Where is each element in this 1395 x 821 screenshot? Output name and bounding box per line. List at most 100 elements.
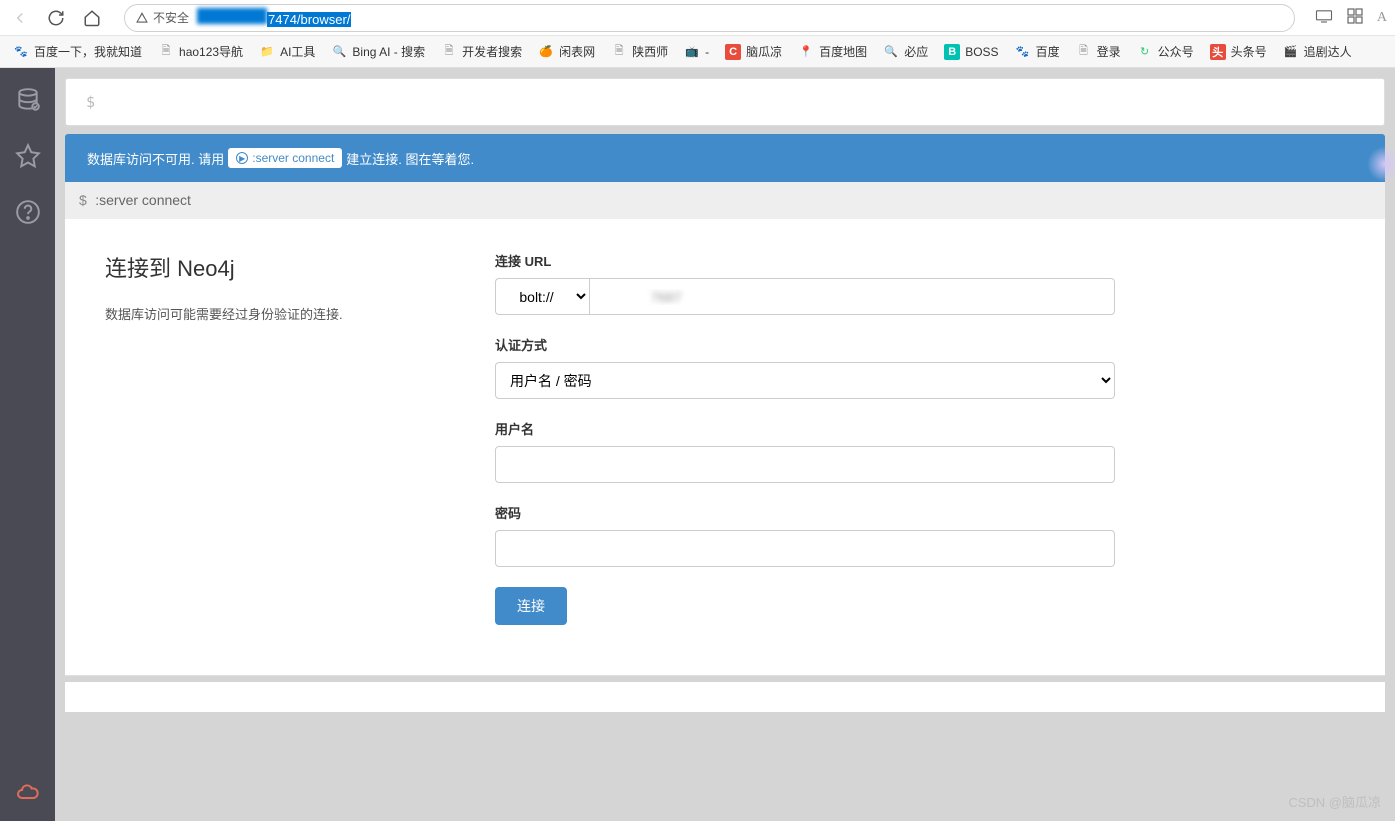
app-container: $ 数据库访问不可用. 请用 ▶ :server connect 建立连接. 图… (0, 68, 1395, 821)
bookmark-item[interactable]: 🎬 追剧达人 (1276, 39, 1359, 64)
username-label: 用户名 (495, 419, 1115, 438)
command-input-bar[interactable]: $ (65, 78, 1385, 126)
url-host-blurred (197, 8, 267, 24)
bookmark-icon: 📺 (684, 44, 700, 60)
bookmark-icon: 🔍 (883, 44, 899, 60)
sidebar-bottom (14, 781, 42, 809)
bookmark-item[interactable]: 📺- (677, 40, 716, 64)
bookmark-item[interactable]: 头头条号 (1203, 39, 1274, 64)
sidebar (0, 68, 55, 821)
bookmark-item[interactable]: 🔍必应 (876, 39, 935, 64)
auth-type-label: 认证方式 (495, 335, 1115, 354)
bookmarks-bar: 🐾 百度一下，我就知道 🗎hao123导航 📁 AI工具 🔍 Bing AI - 搜索 🗎开发… (0, 36, 1395, 68)
bookmark-icon: 🗎 (611, 44, 627, 60)
bookmark-item[interactable]: C 脑瓜凉 (718, 39, 789, 64)
bookmark-item[interactable]: 🗎hao123导航 (151, 39, 250, 64)
address-bar[interactable]: 不安全 7474/browser/ (124, 4, 1295, 32)
bookmark-item[interactable]: 🍊 闲表网 (531, 39, 602, 64)
bookmark-icon: ↻ (1137, 44, 1153, 60)
extensions-icon[interactable] (1347, 8, 1363, 27)
bookmark-item[interactable]: 🐾 百度一下，我就知道 (6, 39, 149, 64)
bookmark-icon: 🗎 (1076, 44, 1092, 60)
url-path: 7474/browser/ (267, 12, 351, 27)
auth-type-select[interactable]: 用户名 / 密码 (495, 362, 1115, 399)
bookmark-label: 闲表网 (559, 43, 595, 60)
home-button[interactable] (80, 6, 104, 30)
bookmark-label: - (705, 45, 709, 59)
main-content: $ 数据库访问不可用. 请用 ▶ :server connect 建立连接. 图… (55, 68, 1395, 821)
security-label: 不安全 (153, 9, 189, 26)
connect-form-panel: 连接到 Neo4j 数据库访问可能需要经过身份验证的连接. 连接 URL bol… (65, 219, 1385, 676)
bookmark-item[interactable]: 🗎开发者搜索 (434, 39, 529, 64)
bookmark-icon: 🐾 (1015, 44, 1031, 60)
bookmark-label: 公众号 (1158, 43, 1194, 60)
bookmark-icon: 🗎 (441, 44, 457, 60)
banner-text-before: 数据库访问不可用. 请用 (87, 149, 224, 168)
bookmark-label: 陕西师 (632, 43, 668, 60)
bookmark-icon: 📁 (259, 44, 275, 60)
bookmark-label: 百度一下，我就知道 (34, 43, 142, 60)
security-indicator: 不安全 (135, 9, 189, 26)
bookmark-icon: 🗎 (158, 44, 174, 60)
form-right: 连接 URL bolt:// 认证方式 用户名 / 密码 用户名 (495, 251, 1115, 625)
database-icon[interactable] (14, 86, 42, 114)
bookmark-label: AI工具 (280, 43, 315, 60)
bookmark-item[interactable]: B BOSS (937, 40, 1005, 64)
bookmark-label: 百度地图 (819, 43, 867, 60)
bookmark-label: BOSS (965, 45, 998, 59)
bookmark-label: Bing AI - 搜索 (352, 43, 425, 60)
connect-button[interactable]: 连接 (495, 587, 567, 625)
help-icon[interactable] (14, 198, 42, 226)
command-header: $ :server connect (65, 182, 1385, 219)
play-icon: ▶ (236, 152, 248, 164)
bookmark-icon: 🍊 (538, 44, 554, 60)
connect-url-label: 连接 URL (495, 251, 1115, 270)
profile-letter[interactable]: A (1377, 10, 1387, 26)
bookmark-label: 追剧达人 (1304, 43, 1352, 60)
bookmark-label: 百度 (1036, 43, 1060, 60)
device-icon[interactable] (1315, 9, 1333, 26)
bookmark-icon: C (725, 44, 741, 60)
banner-code-button[interactable]: ▶ :server connect (228, 148, 342, 168)
host-input[interactable] (589, 278, 1115, 315)
connect-url-group: 连接 URL bolt:// (495, 251, 1115, 315)
form-left: 连接到 Neo4j 数据库访问可能需要经过身份验证的连接. (105, 251, 415, 625)
banner-text-after: 建立连接. 图在等着您. (346, 149, 474, 168)
refresh-button[interactable] (44, 6, 68, 30)
cloud-status-icon[interactable] (16, 784, 40, 807)
bookmark-icon: 🔍 (331, 44, 347, 60)
bookmark-item[interactable]: 🗎 陕西师 (604, 39, 675, 64)
favorites-icon[interactable] (14, 142, 42, 170)
bookmark-label: 脑瓜凉 (746, 43, 782, 60)
bookmark-item[interactable]: 📍 百度地图 (791, 39, 874, 64)
bookmark-item[interactable]: 🔍 Bing AI - 搜索 (324, 39, 432, 64)
prompt-symbol: $ (86, 93, 95, 111)
info-banner: 数据库访问不可用. 请用 ▶ :server connect 建立连接. 图在等… (65, 134, 1385, 182)
url-text: 7474/browser/ (197, 8, 351, 27)
username-group: 用户名 (495, 419, 1115, 483)
bookmark-icon: 📍 (798, 44, 814, 60)
password-input[interactable] (495, 530, 1115, 567)
bookmark-item[interactable]: 📁 AI工具 (252, 39, 322, 64)
auth-type-group: 认证方式 用户名 / 密码 (495, 335, 1115, 399)
cmd-prompt: $ (79, 192, 87, 208)
bookmark-icon: B (944, 44, 960, 60)
watermark: CSDN @脑瓜凉 (1288, 792, 1381, 811)
bookmark-icon: 🐾 (13, 44, 29, 60)
bookmark-icon: 头 (1210, 44, 1226, 60)
bookmark-label: 登录 (1097, 43, 1121, 60)
bookmark-item[interactable]: 🐾 百度 (1008, 39, 1067, 64)
form-heading: 连接到 Neo4j (105, 251, 415, 283)
bookmark-icon: 🎬 (1283, 44, 1299, 60)
password-label: 密码 (495, 503, 1115, 522)
toolbar-right: A (1315, 8, 1387, 27)
username-input[interactable] (495, 446, 1115, 483)
bookmark-item[interactable]: ↻ 公众号 (1130, 39, 1201, 64)
bookmark-item[interactable]: 🗎 登录 (1069, 39, 1128, 64)
bookmark-label: 头条号 (1231, 43, 1267, 60)
protocol-select[interactable]: bolt:// (495, 278, 589, 315)
back-button[interactable] (8, 6, 32, 30)
banner-code-text: :server connect (252, 151, 334, 165)
password-group: 密码 (495, 503, 1115, 567)
cmd-text: :server connect (95, 192, 191, 208)
